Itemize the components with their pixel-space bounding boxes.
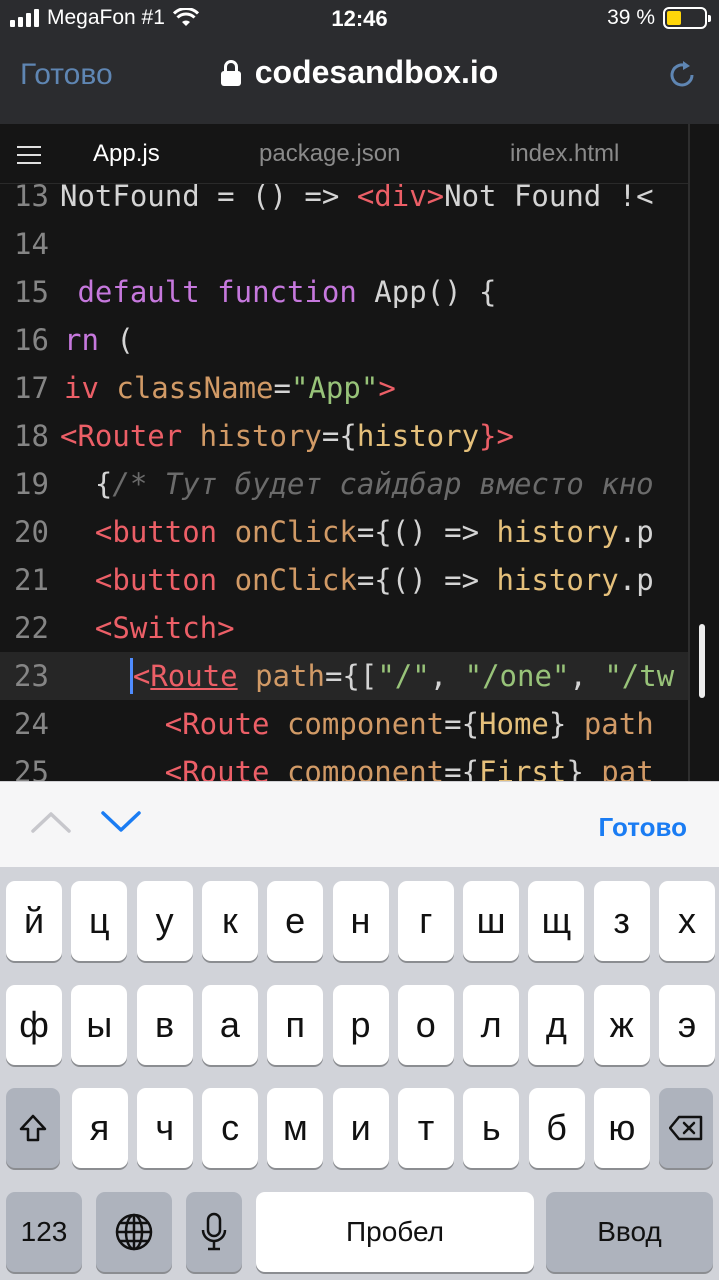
code-line-current[interactable]: 23 <Route path={["/", "/one", "/tw <box>0 652 690 700</box>
microphone-key[interactable] <box>186 1192 242 1272</box>
key-ю[interactable]: ю <box>593 1088 650 1168</box>
space-key[interactable]: Пробел <box>256 1192 534 1272</box>
code-line[interactable]: 19 {/* Тут будет сайдбар вместо кно <box>0 460 690 508</box>
key-п[interactable]: п <box>267 985 324 1065</box>
key-м[interactable]: м <box>267 1088 324 1168</box>
code-line[interactable]: 24 <Route component={Home} path <box>0 700 690 748</box>
key-й[interactable]: й <box>6 881 62 961</box>
keyboard-row-1: йцукенгшщзх <box>0 881 719 961</box>
microphone-icon <box>201 1212 227 1251</box>
key-ф[interactable]: ф <box>6 985 62 1065</box>
code-line[interactable]: 20 <button onClick={() => history.p <box>0 508 690 556</box>
chevron-up-icon[interactable] <box>30 810 72 834</box>
reload-icon[interactable] <box>665 58 699 92</box>
line-number: 16 <box>14 323 49 357</box>
key-х[interactable]: х <box>659 881 715 961</box>
line-number: 20 <box>14 515 49 549</box>
globe-key[interactable] <box>96 1192 172 1272</box>
code-line[interactable]: 21 <button onClick={() => history.p <box>0 556 690 604</box>
key-т[interactable]: т <box>398 1088 454 1168</box>
key-у[interactable]: у <box>136 881 193 961</box>
key-з[interactable]: з <box>593 881 650 961</box>
code-line[interactable]: 18 <Router history={history}> <box>0 412 690 460</box>
line-number: 15 <box>14 275 49 309</box>
tab-index-html[interactable]: index.html <box>510 140 619 168</box>
key-в[interactable]: в <box>136 985 193 1065</box>
key-к[interactable]: к <box>201 881 258 961</box>
keyboard-done-button[interactable]: Готово <box>599 812 687 843</box>
chevron-down-icon[interactable] <box>100 810 142 834</box>
backspace-key[interactable] <box>659 1088 713 1168</box>
tab-app-js[interactable]: App.js <box>93 140 160 168</box>
editor-tab-bar: App.js package.json index.html <box>0 124 690 184</box>
menu-icon[interactable] <box>17 146 41 170</box>
key-б[interactable]: б <box>528 1088 585 1168</box>
key-р[interactable]: р <box>332 985 389 1065</box>
code-area[interactable]: 13 NotFound = () => <div>Not Found !< 14 … <box>0 172 690 781</box>
tab-package-json[interactable]: package.json <box>259 140 400 168</box>
key-д[interactable]: д <box>528 985 585 1065</box>
key-и[interactable]: и <box>332 1088 389 1168</box>
code-editor[interactable]: 13 NotFound = () => <div>Not Found !< 14 … <box>0 124 719 781</box>
keyboard-row-2: фывапролджэ <box>0 985 719 1065</box>
key-э[interactable]: э <box>659 985 715 1065</box>
line-number: 21 <box>14 563 49 597</box>
url-field[interactable]: codesandbox.io <box>0 54 719 91</box>
key-г[interactable]: г <box>397 881 454 961</box>
line-number: 17 <box>14 371 49 405</box>
globe-icon <box>115 1213 153 1251</box>
line-number: 23 <box>14 659 49 693</box>
key-ш[interactable]: ш <box>463 881 520 961</box>
key-о[interactable]: о <box>397 985 454 1065</box>
code-line[interactable]: 15 default function App() { <box>0 268 690 316</box>
key-ц[interactable]: ц <box>71 881 128 961</box>
editor-scrollbar[interactable] <box>699 624 705 698</box>
return-key[interactable]: Ввод <box>546 1192 713 1272</box>
line-number: 24 <box>14 707 49 741</box>
code-line[interactable]: 25 <Route component={First} pat <box>0 748 690 781</box>
line-number: 14 <box>14 227 49 261</box>
key-щ[interactable]: щ <box>528 881 585 961</box>
key-я[interactable]: я <box>71 1088 128 1168</box>
battery-percent: 39 % <box>607 6 655 29</box>
key-ь[interactable]: ь <box>463 1088 520 1168</box>
line-number: 19 <box>14 467 49 501</box>
code-line[interactable]: 14 <box>0 220 690 268</box>
key-е[interactable]: е <box>267 881 324 961</box>
code-line[interactable]: 16 rn ( <box>0 316 690 364</box>
lock-icon <box>220 59 241 86</box>
code-line[interactable]: 22 <Switch> <box>0 604 690 652</box>
key-н[interactable]: н <box>332 881 389 961</box>
key-ы[interactable]: ы <box>71 985 128 1065</box>
keyboard: йцукенгшщзх фывапролджэ ячсмитьбю 123 Пр… <box>0 867 719 1280</box>
backspace-icon <box>669 1115 703 1141</box>
battery-icon <box>663 7 711 29</box>
line-number: 22 <box>14 611 49 645</box>
keyboard-row-4: 123 Пробел Ввод <box>0 1192 719 1272</box>
keyboard-row-3: ячсмитьбю <box>0 1088 719 1168</box>
key-с[interactable]: с <box>202 1088 259 1168</box>
keyboard-accessory-bar: Готово <box>0 781 719 867</box>
key-а[interactable]: а <box>201 985 258 1065</box>
key-ж[interactable]: ж <box>593 985 650 1065</box>
key-л[interactable]: л <box>463 985 520 1065</box>
line-number: 18 <box>14 419 49 453</box>
url-text: codesandbox.io <box>254 54 499 90</box>
numbers-key[interactable]: 123 <box>6 1192 82 1272</box>
editor-divider <box>688 124 690 781</box>
status-bar: MegaFon #1 12:46 39 % <box>0 0 719 40</box>
shift-key[interactable] <box>6 1088 60 1168</box>
shift-icon <box>19 1114 47 1142</box>
browser-address-bar: Готово codesandbox.io <box>0 40 719 124</box>
code-line[interactable]: 17 iv className="App"> <box>0 364 690 412</box>
key-ч[interactable]: ч <box>136 1088 193 1168</box>
line-number: 25 <box>14 755 49 781</box>
